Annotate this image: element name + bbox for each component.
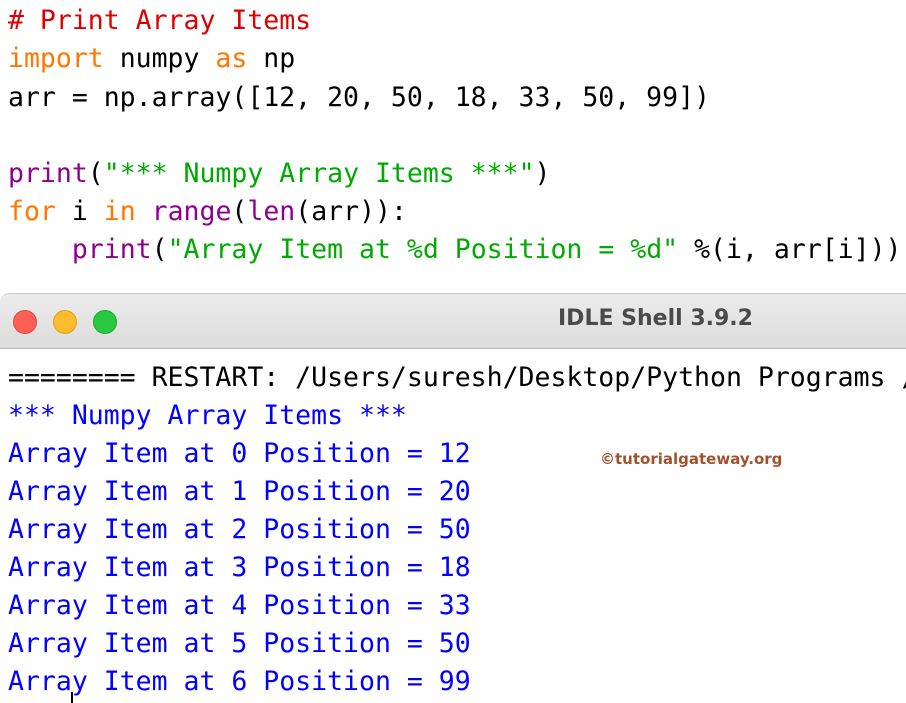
string-token: "*** Numpy Array Items ***" [104,158,535,189]
minimize-window-button[interactable] [53,310,77,334]
output-header-line: *** Numpy Array Items *** [8,397,407,435]
code-text: ( [88,158,104,189]
keyword-token: import [8,43,104,74]
code-line-print-item: print("Array Item at %d Position = %d" %… [8,231,902,269]
shell-output-area[interactable]: ======== RESTART: /Users/suresh/Desktop/… [0,349,906,703]
output-line: Array Item at 2 Position = 50 [8,511,471,549]
code-line-array: arr = np.array([12, 20, 50, 18, 33, 50, … [8,79,710,117]
output-line: Array Item at 4 Position = 33 [8,587,471,625]
output-line: Array Item at 6 Position = 99 [8,663,471,701]
code-text [136,196,152,227]
builtin-token: print [8,158,88,189]
code-editor[interactable]: # Print Array Items import numpy as np a… [0,0,906,285]
builtin-token: print [72,234,152,265]
restart-line: ======== RESTART: /Users/suresh/Desktop/… [8,359,906,397]
keyword-token: in [104,196,136,227]
close-window-button[interactable] [13,310,37,334]
code-text: ( [231,196,247,227]
output-line: Array Item at 0 Position = 12 [8,435,471,473]
code-line-print-header: print("*** Numpy Array Items ***") [8,155,551,193]
builtin-token: range [152,196,232,227]
code-text: ) [535,158,551,189]
zoom-window-button[interactable] [93,310,117,334]
output-line: Array Item at 3 Position = 18 [8,549,471,587]
keyword-token: as [215,43,247,74]
text-cursor [71,692,73,703]
watermark: ©tutorialgateway.org [600,450,782,468]
code-text: %(i, arr[i])) [678,234,901,265]
output-line: Array Item at 1 Position = 20 [8,473,471,511]
code-line-import: import numpy as np [8,40,295,78]
code-text: i [56,196,104,227]
code-text: numpy [104,43,216,74]
code-text: arr = np.array([12, 20, 50, 18, 33, 50, … [8,82,710,113]
keyword-token: for [8,196,56,227]
builtin-token: len [247,196,295,227]
code-text: (arr)): [295,196,407,227]
code-line-comment: # Print Array Items [8,2,311,40]
output-line: Array Item at 5 Position = 50 [8,625,471,663]
window-title: IDLE Shell 3.9.2 [558,306,753,331]
code-line-for-loop: for i in range(len(arr)): [8,193,407,231]
window-titlebar[interactable]: IDLE Shell 3.9.2 [0,293,906,349]
string-token: "Array Item at %d Position = %d" [168,234,679,265]
code-indent [8,234,72,265]
code-text: ( [152,234,168,265]
code-text: np [247,43,295,74]
comment-token: # Print Array Items [8,5,311,36]
